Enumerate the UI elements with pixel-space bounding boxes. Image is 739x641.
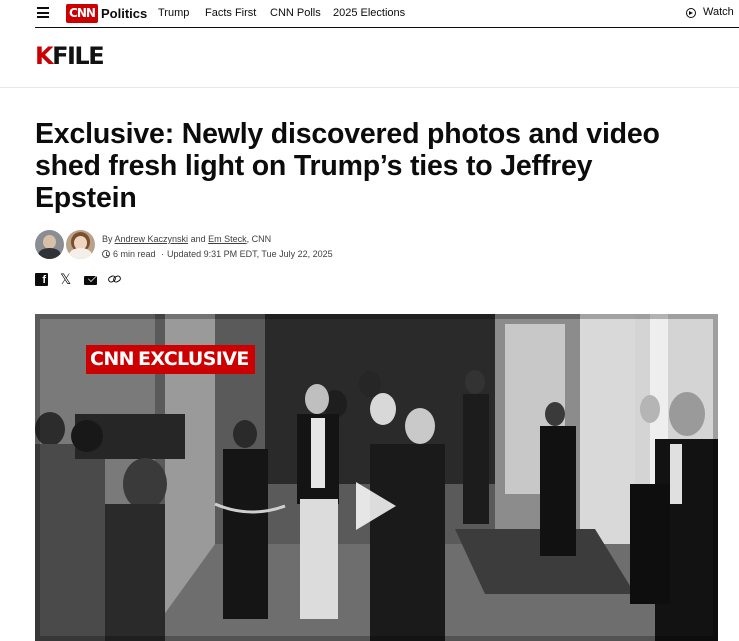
exclusive-badge: CNN EXCLUSIVE xyxy=(86,345,255,374)
read-time: 6 min read xyxy=(113,249,156,259)
byline-and: and xyxy=(190,234,206,244)
byline: By Andrew Kaczynski and Em Steck, CNN xyxy=(102,234,271,244)
nav-link-facts-first[interactable]: Facts First xyxy=(205,7,256,19)
avatar-shoulders xyxy=(38,248,61,259)
facebook-icon[interactable]: f xyxy=(35,273,48,286)
menu-icon[interactable] xyxy=(37,7,49,18)
author-avatar-em-steck[interactable] xyxy=(66,230,95,259)
kfile-logo-rest: FILE xyxy=(52,42,105,70)
meta-separator: · xyxy=(161,249,165,259)
clock-icon xyxy=(102,250,110,258)
byline-prefix: By xyxy=(102,234,113,244)
email-icon[interactable] xyxy=(84,276,97,285)
x-icon[interactable]: 𝕏 xyxy=(60,273,73,287)
kfile-logo-k: K xyxy=(35,42,54,70)
author-link-andrew-kaczynski[interactable]: Andrew Kaczynski xyxy=(115,234,189,244)
badge-cnn-logo: CNN xyxy=(90,348,135,370)
play-circle-icon[interactable] xyxy=(686,8,696,18)
updated-timestamp: Updated 9:31 PM EDT, Tue July 22, 2025 xyxy=(167,249,333,259)
play-icon[interactable] xyxy=(356,482,396,530)
byline-suffix: , CNN xyxy=(246,234,272,244)
article-meta: 6 min read · Updated 9:31 PM EDT, Tue Jul… xyxy=(102,249,333,259)
avatar-face xyxy=(43,235,56,249)
badge-label: EXCLUSIVE xyxy=(137,348,249,370)
nav-link-trump[interactable]: Trump xyxy=(158,7,189,19)
cnn-logo[interactable]: CNN xyxy=(66,4,98,23)
author-avatar-andrew-kaczynski[interactable] xyxy=(35,230,64,259)
avatar-shoulders xyxy=(69,248,92,259)
section-politics-link[interactable]: Politics xyxy=(101,6,147,21)
nav-link-2025-elections[interactable]: 2025 Elections xyxy=(333,7,405,19)
section-divider xyxy=(0,87,739,88)
watch-link[interactable]: Watch xyxy=(703,6,734,18)
author-link-em-steck[interactable]: Em Steck xyxy=(208,234,247,244)
nav-divider xyxy=(35,27,739,28)
top-navigation: CNN Politics Trump Facts First CNN Polls… xyxy=(0,0,739,28)
kfile-logo[interactable]: KFILE xyxy=(35,42,105,70)
nav-link-cnn-polls[interactable]: CNN Polls xyxy=(270,7,321,19)
article-headline: Exclusive: Newly discovered photos and v… xyxy=(35,118,660,214)
link-icon[interactable] xyxy=(107,274,122,284)
